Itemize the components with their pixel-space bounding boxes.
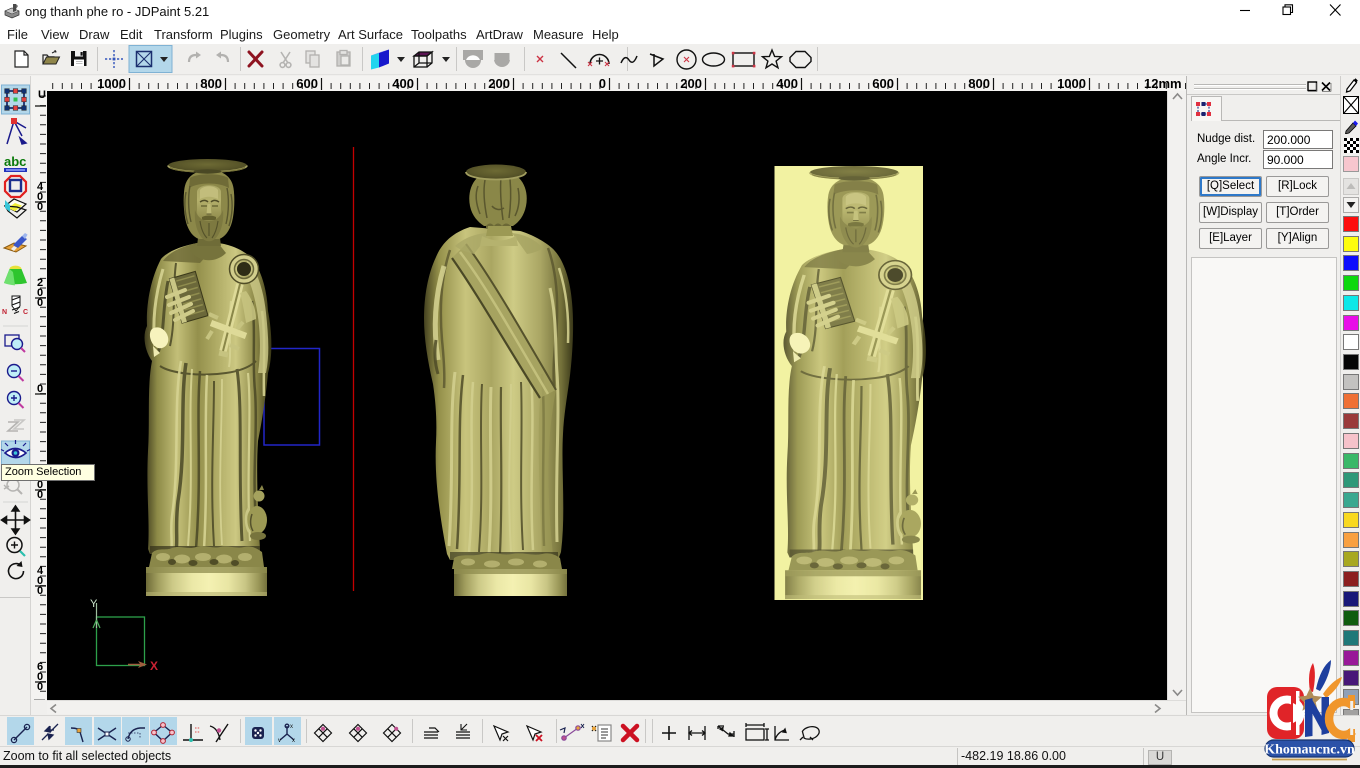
svg-text:abc: abc — [4, 154, 26, 169]
svg-text:x: x — [290, 724, 293, 730]
svg-text:x: x — [292, 738, 295, 744]
svg-text:C: C — [23, 309, 28, 316]
svg-text:Y: Y — [90, 598, 98, 610]
svg-text:Khomaucnc.vn: Khomaucnc.vn — [1264, 743, 1355, 758]
svg-text:X: X — [150, 659, 158, 673]
svg-text:v: v — [278, 738, 281, 744]
svg-text:N: N — [2, 309, 7, 316]
